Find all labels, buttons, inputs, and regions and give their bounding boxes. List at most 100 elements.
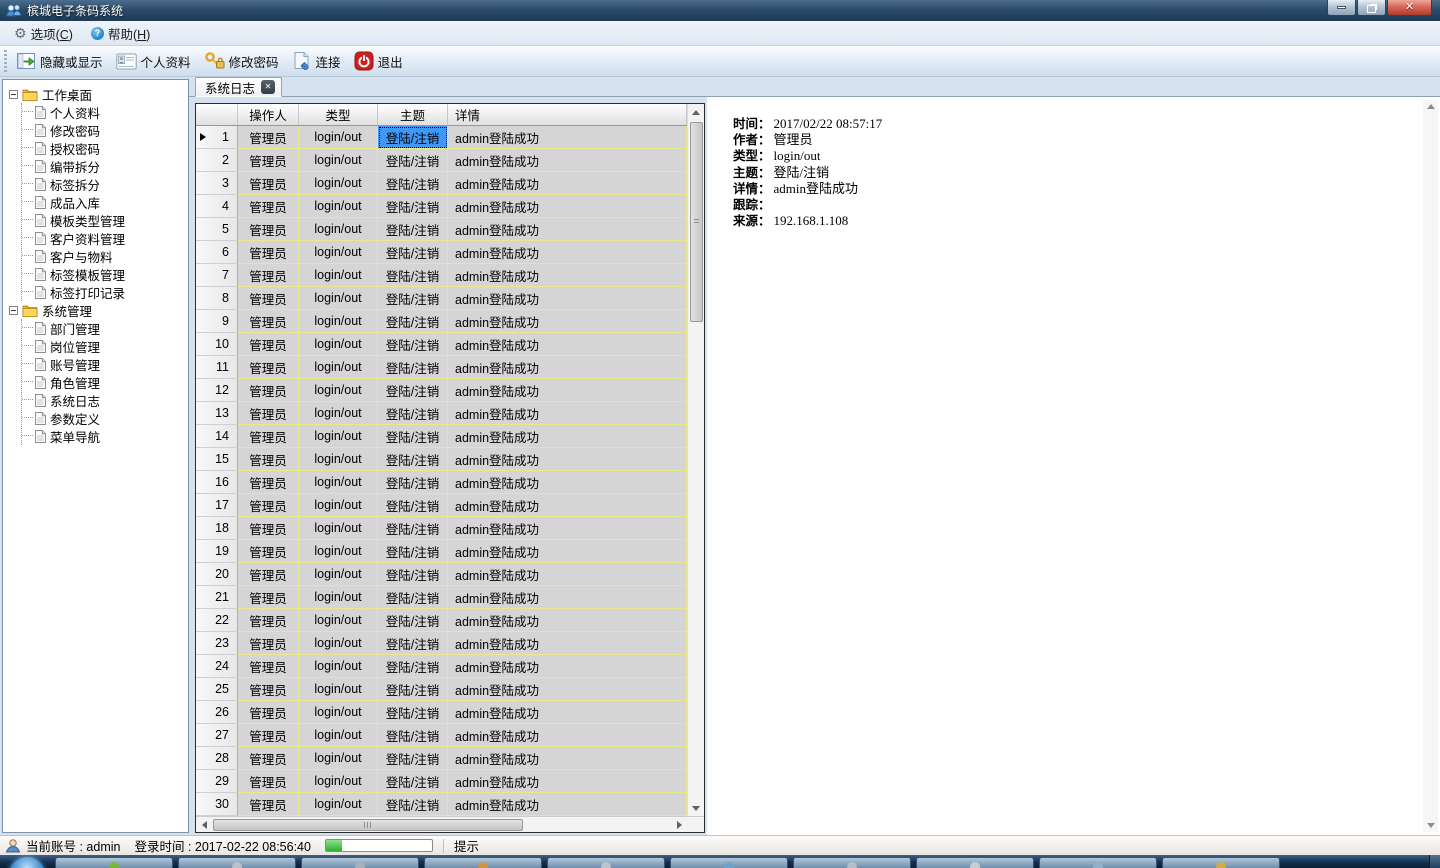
- restore-button[interactable]: [1357, 0, 1386, 16]
- tree-group-2[interactable]: 系统管理: [9, 301, 188, 319]
- cell-type[interactable]: login/out: [299, 793, 378, 816]
- cell-type[interactable]: login/out: [299, 770, 378, 793]
- cell-operator[interactable]: 管理员: [238, 310, 299, 333]
- cell-detail[interactable]: admin登陆成功: [448, 517, 687, 540]
- cell-detail[interactable]: admin登陆成功: [448, 287, 687, 310]
- table-row[interactable]: 12管理员login/out登陆/注销admin登陆成功: [196, 379, 687, 402]
- tree-item[interactable]: 岗位管理: [22, 337, 188, 355]
- cell-type[interactable]: login/out: [299, 172, 378, 195]
- table-row[interactable]: 1管理员login/out登陆/注销admin登陆成功: [196, 126, 687, 149]
- tree-item[interactable]: 客户与物料: [22, 247, 188, 265]
- cell-detail[interactable]: admin登陆成功: [448, 494, 687, 517]
- cell-subject[interactable]: 登陆/注销: [378, 632, 448, 655]
- taskbar-button[interactable]: [1039, 857, 1157, 868]
- cell-operator[interactable]: 管理员: [238, 540, 299, 563]
- collapse-icon[interactable]: [9, 306, 18, 315]
- cell-type[interactable]: login/out: [299, 241, 378, 264]
- cell-subject[interactable]: 登陆/注销: [378, 264, 448, 287]
- menu-options[interactable]: ⚙ 选项(C): [14, 24, 73, 43]
- cell-type[interactable]: login/out: [299, 149, 378, 172]
- table-row[interactable]: 19管理员login/out登陆/注销admin登陆成功: [196, 540, 687, 563]
- scroll-up-button[interactable]: [688, 104, 705, 120]
- cell-operator[interactable]: 管理员: [238, 770, 299, 793]
- scroll-down-button[interactable]: [688, 800, 705, 816]
- close-button[interactable]: ✕: [1387, 0, 1432, 16]
- cell-subject[interactable]: 登陆/注销: [378, 356, 448, 379]
- cell-type[interactable]: login/out: [299, 195, 378, 218]
- start-button[interactable]: [9, 857, 45, 868]
- cell-operator[interactable]: 管理员: [238, 793, 299, 816]
- cell-detail[interactable]: admin登陆成功: [448, 425, 687, 448]
- cell-detail[interactable]: admin登陆成功: [448, 218, 687, 241]
- cell-operator[interactable]: 管理员: [238, 218, 299, 241]
- cell-type[interactable]: login/out: [299, 517, 378, 540]
- taskbar-button[interactable]: [55, 857, 173, 868]
- column-header-type[interactable]: 类型: [299, 104, 378, 125]
- cell-subject[interactable]: 登陆/注销: [378, 563, 448, 586]
- taskbar-button[interactable]: [793, 857, 911, 868]
- cell-subject[interactable]: 登陆/注销: [378, 425, 448, 448]
- cell-subject[interactable]: 登陆/注销: [378, 379, 448, 402]
- cell-type[interactable]: login/out: [299, 701, 378, 724]
- cell-operator[interactable]: 管理员: [238, 494, 299, 517]
- cell-detail[interactable]: admin登陆成功: [448, 471, 687, 494]
- cell-detail[interactable]: admin登陆成功: [448, 172, 687, 195]
- row-header[interactable]: 19: [196, 540, 238, 563]
- tree-item[interactable]: 授权密码: [22, 139, 188, 157]
- change-password-button[interactable]: 修改密码: [199, 47, 287, 75]
- horizontal-scroll-thumb[interactable]: [213, 819, 523, 831]
- cell-subject[interactable]: 登陆/注销: [378, 770, 448, 793]
- tree-item[interactable]: 角色管理: [22, 373, 188, 391]
- row-header[interactable]: 22: [196, 609, 238, 632]
- cell-type[interactable]: login/out: [299, 586, 378, 609]
- cell-detail[interactable]: admin登陆成功: [448, 609, 687, 632]
- cell-operator[interactable]: 管理员: [238, 448, 299, 471]
- cell-subject[interactable]: 登陆/注销: [378, 701, 448, 724]
- toggle-panel-button[interactable]: 隐藏或显示: [11, 47, 111, 75]
- cell-type[interactable]: login/out: [299, 310, 378, 333]
- cell-subject[interactable]: 登陆/注销: [378, 195, 448, 218]
- cell-type[interactable]: login/out: [299, 356, 378, 379]
- taskbar-button[interactable]: [301, 857, 419, 868]
- row-header[interactable]: 26: [196, 701, 238, 724]
- row-header[interactable]: 12: [196, 379, 238, 402]
- cell-subject[interactable]: 登陆/注销: [378, 402, 448, 425]
- tab-system-log[interactable]: 系统日志: [195, 77, 282, 97]
- cell-type[interactable]: login/out: [299, 287, 378, 310]
- cell-type[interactable]: login/out: [299, 425, 378, 448]
- table-row[interactable]: 9管理员login/out登陆/注销admin登陆成功: [196, 310, 687, 333]
- cell-subject[interactable]: 登陆/注销: [378, 241, 448, 264]
- cell-type[interactable]: login/out: [299, 126, 378, 149]
- cell-detail[interactable]: admin登陆成功: [448, 379, 687, 402]
- row-header[interactable]: 14: [196, 425, 238, 448]
- show-desktop-button[interactable]: [1429, 855, 1440, 868]
- cell-operator[interactable]: 管理员: [238, 632, 299, 655]
- tree-item[interactable]: 编带拆分: [22, 157, 188, 175]
- horizontal-scrollbar[interactable]: [196, 817, 687, 832]
- cell-detail[interactable]: admin登陆成功: [448, 356, 687, 379]
- row-header[interactable]: 23: [196, 632, 238, 655]
- cell-subject[interactable]: 登陆/注销: [378, 747, 448, 770]
- table-row[interactable]: 27管理员login/out登陆/注销admin登陆成功: [196, 724, 687, 747]
- table-row[interactable]: 21管理员login/out登陆/注销admin登陆成功: [196, 586, 687, 609]
- row-header[interactable]: 9: [196, 310, 238, 333]
- column-header-operator[interactable]: 操作人: [238, 104, 299, 125]
- tree-item[interactable]: 菜单导航: [22, 427, 188, 445]
- row-header[interactable]: 1: [196, 126, 238, 149]
- cell-detail[interactable]: admin登陆成功: [448, 586, 687, 609]
- cell-detail[interactable]: admin登陆成功: [448, 563, 687, 586]
- cell-detail[interactable]: admin登陆成功: [448, 195, 687, 218]
- table-row[interactable]: 17管理员login/out登陆/注销admin登陆成功: [196, 494, 687, 517]
- cell-subject[interactable]: 登陆/注销: [378, 471, 448, 494]
- cell-type[interactable]: login/out: [299, 724, 378, 747]
- tree-item[interactable]: 系统日志: [22, 391, 188, 409]
- tree-item[interactable]: 账号管理: [22, 355, 188, 373]
- tree-item[interactable]: 成品入库: [22, 193, 188, 211]
- scroll-right-button[interactable]: [671, 817, 687, 833]
- row-header[interactable]: 21: [196, 586, 238, 609]
- cell-operator[interactable]: 管理员: [238, 678, 299, 701]
- row-header[interactable]: 11: [196, 356, 238, 379]
- row-header[interactable]: 25: [196, 678, 238, 701]
- tree-item[interactable]: 修改密码: [22, 121, 188, 139]
- minimize-button[interactable]: [1327, 0, 1356, 16]
